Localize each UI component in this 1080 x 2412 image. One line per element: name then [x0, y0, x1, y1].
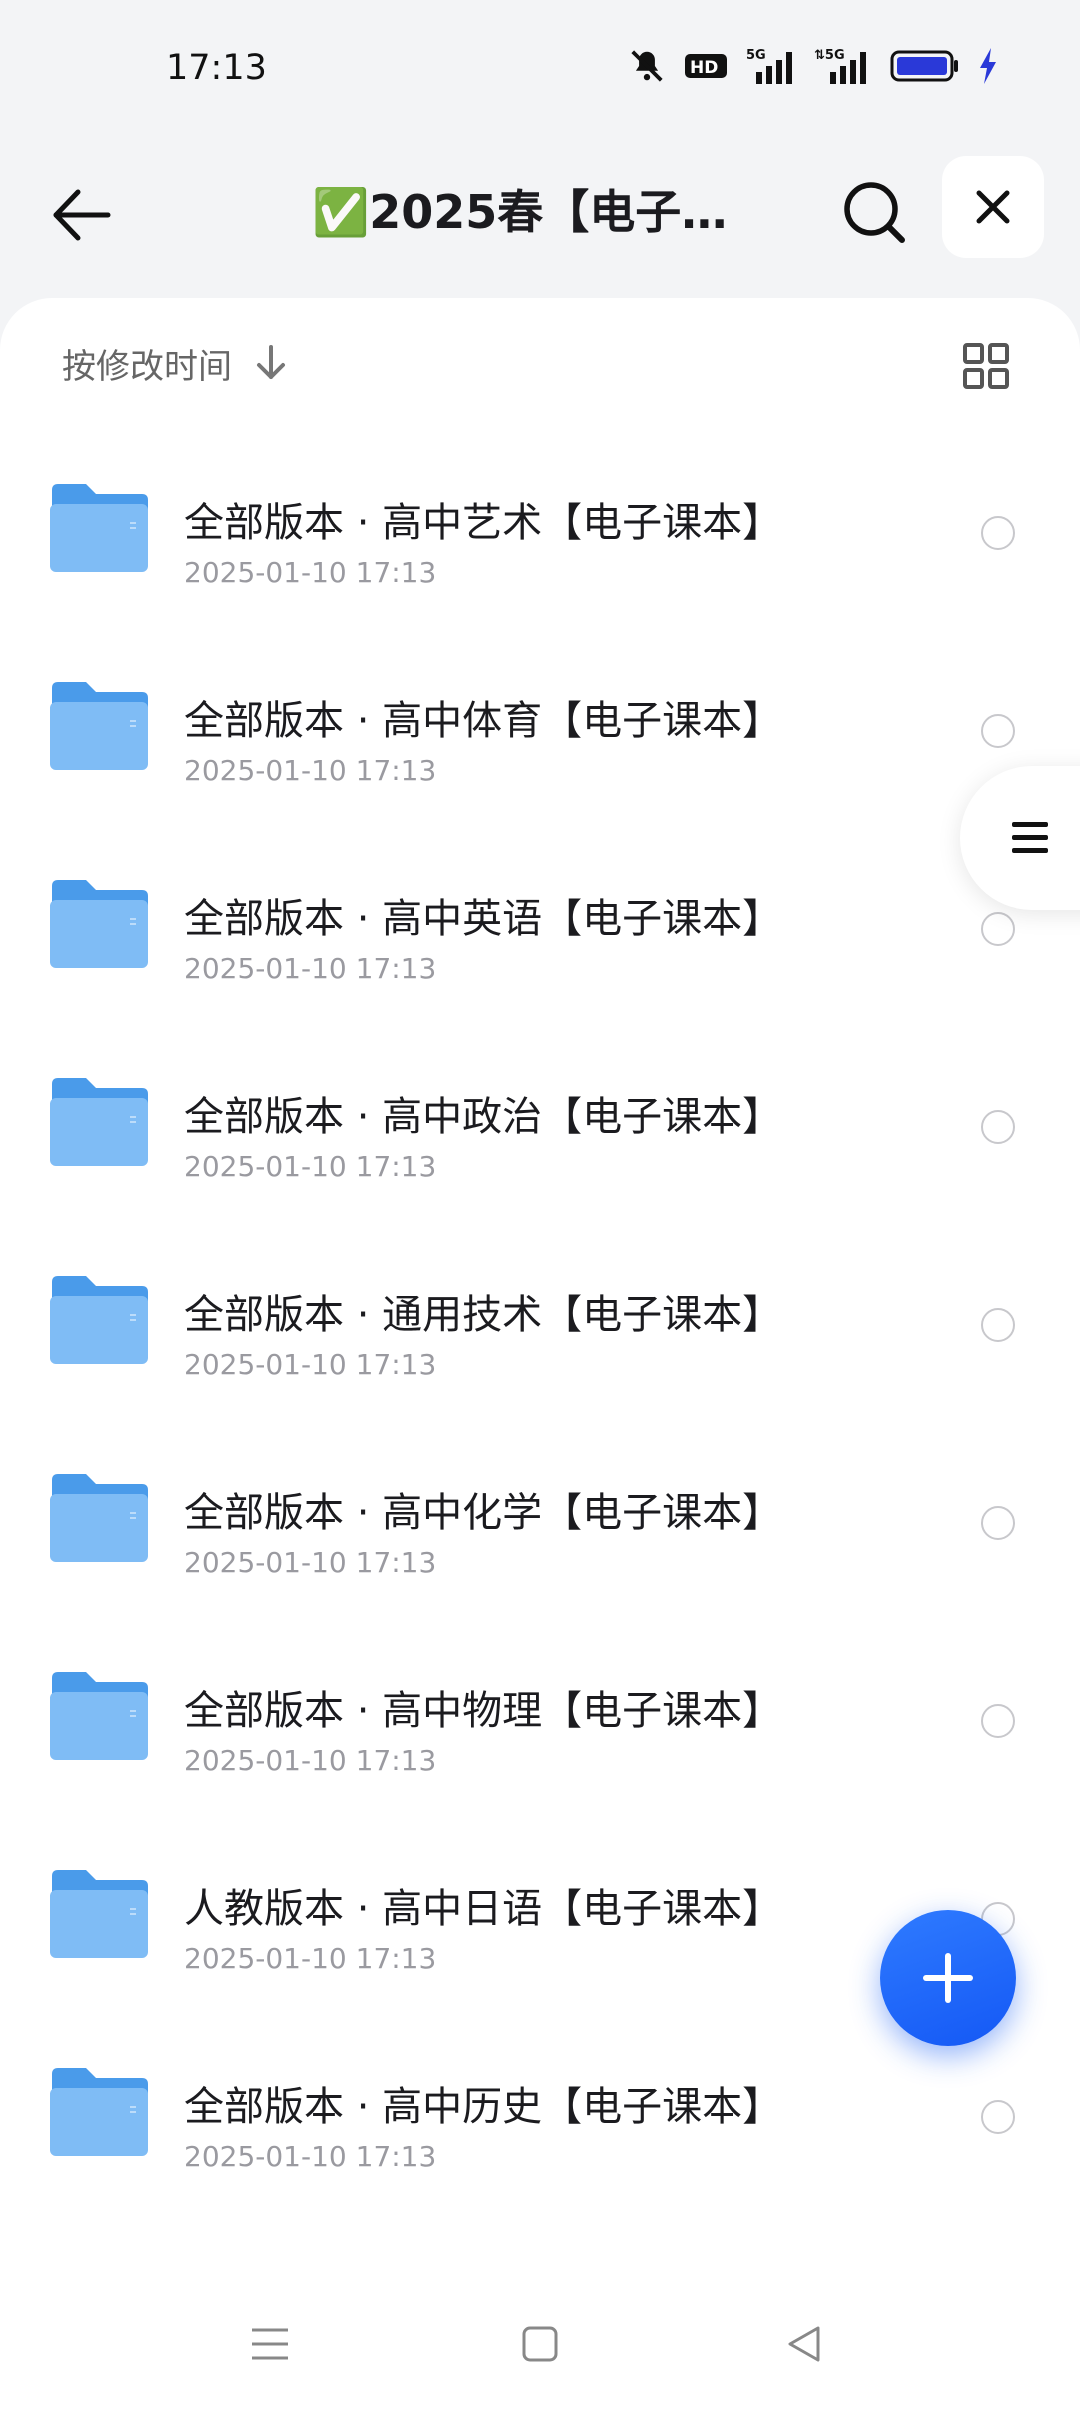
- file-name: 全部版本 · 高中政治【电子课本】: [184, 1094, 783, 1140]
- file-date: 2025-01-10 17:13: [184, 754, 437, 787]
- folder-icon: [50, 1870, 148, 1958]
- select-radio[interactable]: [981, 912, 1015, 946]
- folder-icon: [50, 484, 148, 572]
- select-radio[interactable]: [981, 1704, 1015, 1738]
- file-date: 2025-01-10 17:13: [184, 1150, 437, 1183]
- battery-icon: [890, 50, 958, 82]
- file-date: 2025-01-10 17:13: [184, 556, 437, 589]
- file-row[interactable]: 全部版本 · 高中历史【电子课本】 2025-01-10 17:13: [0, 2016, 1080, 2214]
- select-radio[interactable]: [981, 2100, 1015, 2134]
- status-bar: 17:13 HD 5G ⇅5G: [0, 0, 1080, 140]
- home-icon: [522, 2326, 558, 2362]
- bell-muted-icon: [631, 50, 663, 82]
- system-back-button[interactable]: [784, 2324, 824, 2368]
- arrow-left-icon: [53, 189, 111, 241]
- back-button[interactable]: [46, 180, 116, 250]
- select-radio[interactable]: [981, 1110, 1015, 1144]
- recents-icon: [252, 2328, 288, 2360]
- file-date: 2025-01-10 17:13: [184, 1348, 437, 1381]
- file-row[interactable]: 全部版本 · 高中物理【电子课本】 2025-01-10 17:13: [0, 1620, 1080, 1818]
- file-name: 全部版本 · 高中艺术【电子课本】: [184, 500, 783, 546]
- recents-button[interactable]: [250, 2324, 290, 2368]
- folder-icon: [50, 1672, 148, 1760]
- search-icon: [844, 182, 905, 243]
- signal-5g-2-icon: ⇅5G: [814, 48, 866, 84]
- select-radio[interactable]: [981, 1308, 1015, 1342]
- charging-icon: [980, 48, 996, 84]
- arrow-down-icon: [257, 345, 285, 379]
- file-date: 2025-01-10 17:13: [184, 1744, 437, 1777]
- svg-text:5G: 5G: [746, 48, 766, 63]
- file-name: 全部版本 · 高中英语【电子课本】: [184, 896, 783, 942]
- file-row[interactable]: 全部版本 · 通用技术【电子课本】 2025-01-10 17:13: [0, 1224, 1080, 1422]
- file-row[interactable]: 全部版本 · 高中英语【电子课本】 2025-01-10 17:13: [0, 828, 1080, 1026]
- file-date: 2025-01-10 17:13: [184, 2140, 437, 2173]
- folder-icon: [50, 1276, 148, 1364]
- back-triangle-icon: [788, 2326, 820, 2362]
- folder-title: ✅2025春【电子课…: [312, 185, 772, 239]
- file-row[interactable]: 全部版本 · 高中化学【电子课本】 2025-01-10 17:13: [0, 1422, 1080, 1620]
- select-radio[interactable]: [981, 714, 1015, 748]
- file-date: 2025-01-10 17:13: [184, 952, 437, 985]
- grid-view-icon: [963, 343, 1009, 389]
- sort-control[interactable]: 按修改时间: [62, 338, 288, 388]
- sort-label: 按修改时间: [62, 346, 232, 387]
- folder-icon: [50, 2068, 148, 2156]
- svg-text:HD: HD: [690, 58, 718, 78]
- close-icon: [976, 190, 1010, 224]
- status-time: 17:13: [166, 48, 267, 88]
- file-name: 全部版本 · 高中物理【电子课本】: [184, 1688, 783, 1734]
- status-icons: HD 5G ⇅5G: [628, 46, 998, 86]
- select-radio[interactable]: [981, 1506, 1015, 1540]
- file-row[interactable]: 全部版本 · 高中艺术【电子课本】 2025-01-10 17:13: [0, 432, 1080, 630]
- home-button[interactable]: [520, 2324, 560, 2368]
- file-date: 2025-01-10 17:13: [184, 1942, 437, 1975]
- signal-5g-icon: 5G: [746, 48, 792, 84]
- file-row[interactable]: 全部版本 · 高中政治【电子课本】 2025-01-10 17:13: [0, 1026, 1080, 1224]
- header: ✅2025春【电子课…: [0, 140, 1080, 300]
- folder-icon: [50, 1078, 148, 1166]
- grid-view-toggle[interactable]: [962, 342, 1010, 390]
- file-date: 2025-01-10 17:13: [184, 1546, 437, 1579]
- file-name: 全部版本 · 高中化学【电子课本】: [184, 1490, 783, 1536]
- search-button[interactable]: [838, 176, 910, 248]
- folder-icon: [50, 1474, 148, 1562]
- folder-icon: [50, 880, 148, 968]
- close-button[interactable]: [942, 156, 1044, 258]
- file-row[interactable]: 全部版本 · 高中体育【电子课本】 2025-01-10 17:13: [0, 630, 1080, 828]
- file-name: 全部版本 · 通用技术【电子课本】: [184, 1292, 783, 1338]
- plus-icon: [923, 1953, 973, 2003]
- file-name: 全部版本 · 高中历史【电子课本】: [184, 2084, 783, 2130]
- menu-icon: [1012, 822, 1048, 853]
- select-radio[interactable]: [981, 516, 1015, 550]
- file-name: 全部版本 · 高中体育【电子课本】: [184, 698, 783, 744]
- system-nav-bar: [0, 2278, 1080, 2412]
- hd-icon: HD: [685, 54, 727, 78]
- add-button[interactable]: [880, 1910, 1016, 2046]
- svg-text:⇅5G: ⇅5G: [814, 48, 845, 63]
- file-name: 人教版本 · 高中日语【电子课本】: [184, 1886, 783, 1932]
- folder-icon: [50, 682, 148, 770]
